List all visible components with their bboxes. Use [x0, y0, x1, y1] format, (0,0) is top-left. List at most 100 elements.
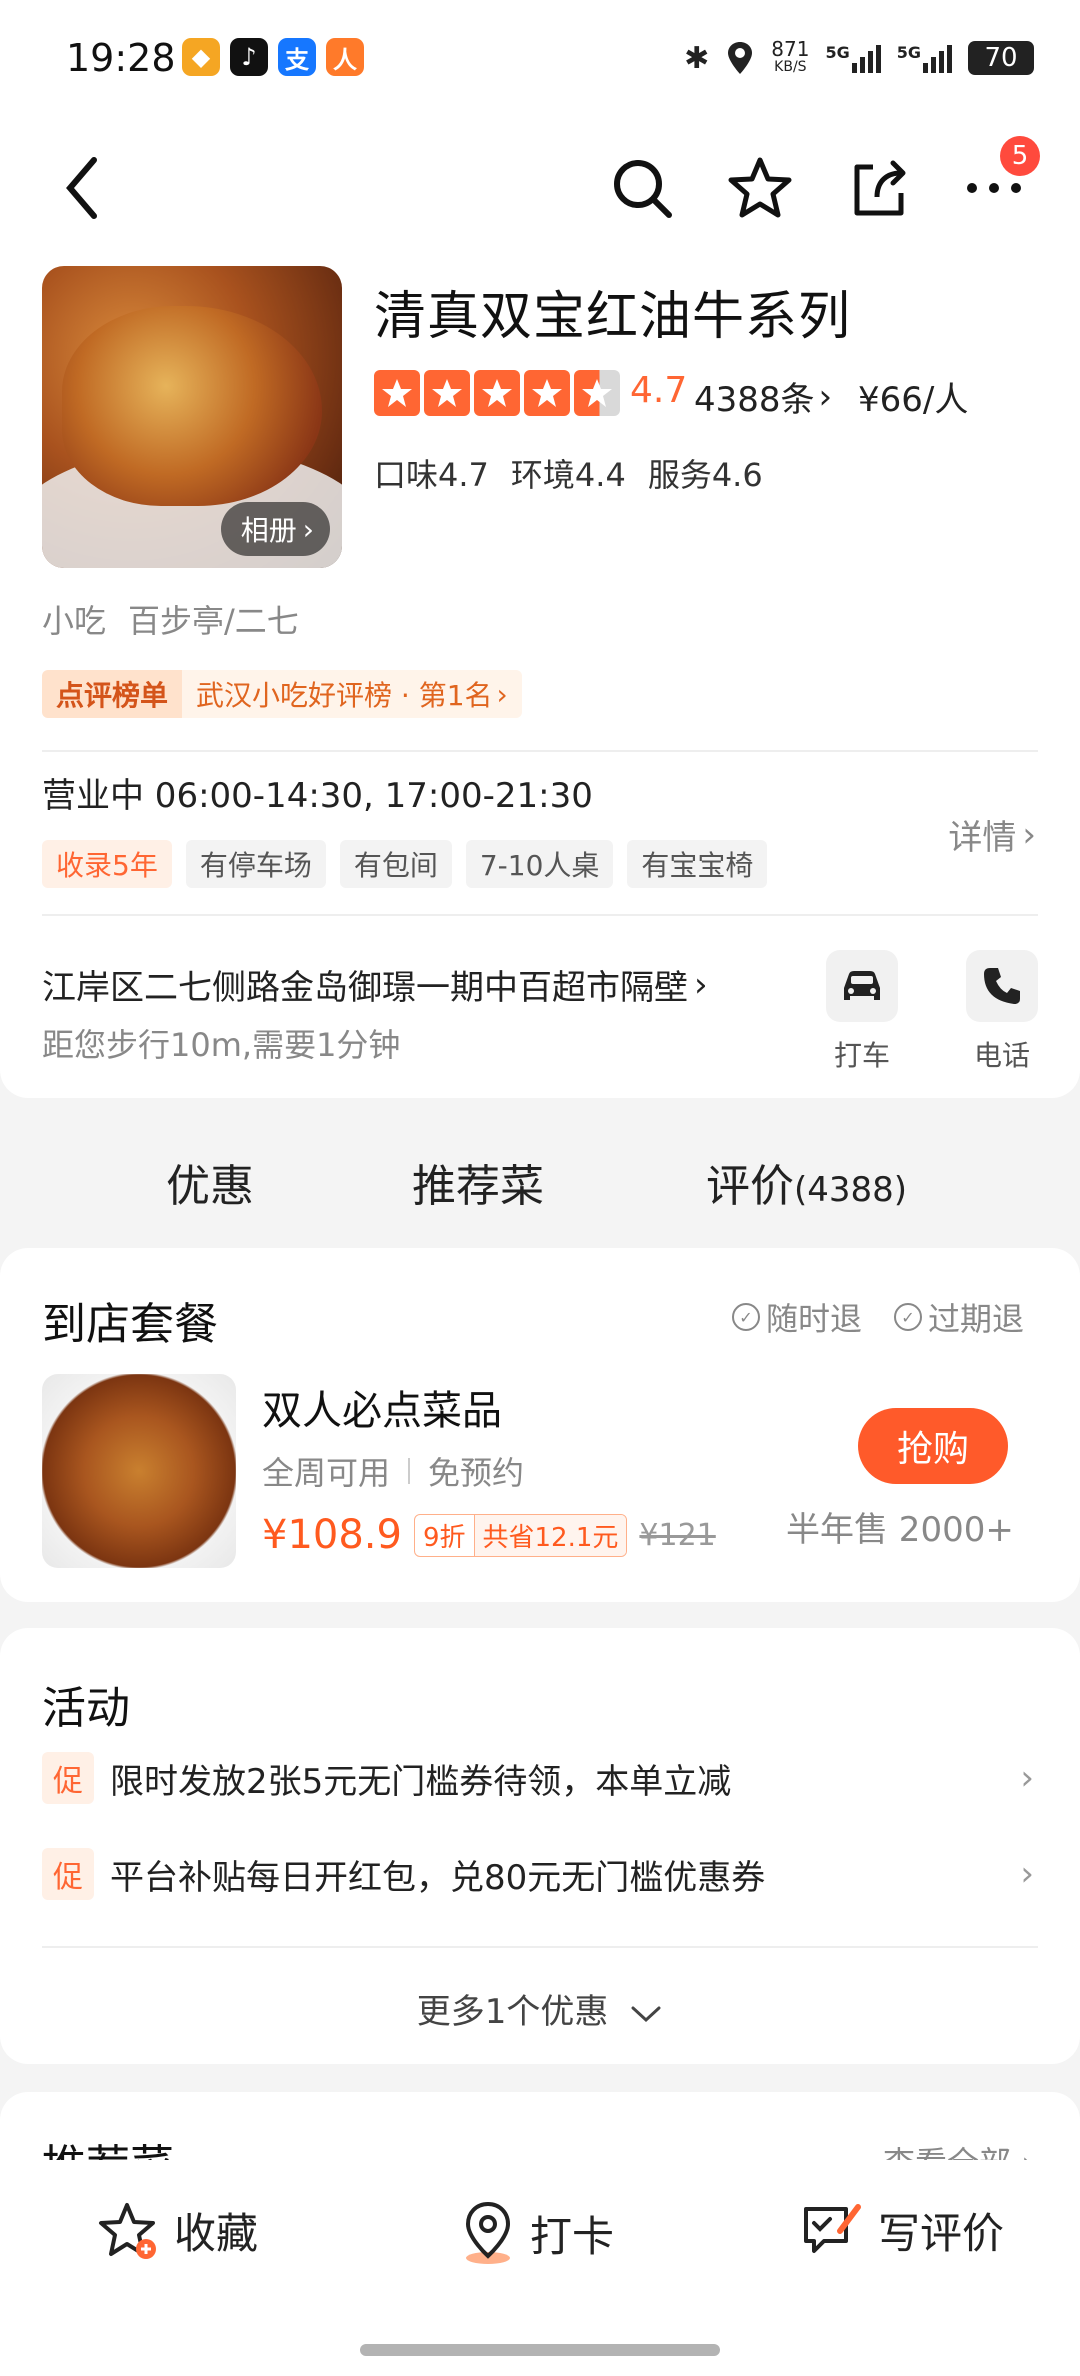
status-right: ✱ 871 KB/S 5G 5G 70: [684, 34, 1034, 82]
feature-chips: 收录5年 有停车场 有包间 7-10人桌 有宝宝椅: [42, 840, 768, 888]
deal-image[interactable]: [42, 1374, 236, 1568]
chevron-right-icon: ›: [302, 512, 314, 546]
refund-expired: ✓ 过期退: [894, 1294, 1024, 1340]
chevron-right-icon: ›: [496, 677, 508, 711]
alipay-icon: 支: [278, 38, 316, 76]
favorite-action[interactable]: 收藏: [98, 2200, 258, 2261]
star-icon: [374, 370, 420, 416]
favorite-label: 收藏: [174, 2209, 259, 2258]
divider: [42, 914, 1038, 916]
phone-icon: [966, 950, 1038, 1022]
price-per-person: ¥66/人: [858, 380, 969, 420]
refund-anytime: ✓ 随时退: [732, 1294, 862, 1340]
taobao-icon: 人: [326, 38, 364, 76]
tab-reviews-count: (4388): [794, 1170, 908, 1210]
ranking-banner[interactable]: 点评榜单 武汉小吃好评榜 · 第1名 ›: [42, 670, 522, 718]
signal-5g-2: 5G: [897, 43, 952, 73]
taxi-button[interactable]: 打车: [824, 950, 900, 1074]
shop-photo[interactable]: 相册 ›: [42, 266, 342, 568]
share-icon: [854, 160, 906, 216]
bottom-action-bar: 收藏 打卡 写评价: [0, 2160, 1080, 2376]
album-button[interactable]: 相册 ›: [220, 502, 330, 556]
chevron-down-icon: [631, 2006, 661, 2022]
check-circle-icon: ✓: [732, 1303, 760, 1331]
star-icon: [524, 370, 570, 416]
favorite-button[interactable]: [722, 150, 798, 226]
star-icon: [424, 370, 470, 416]
tab-deals[interactable]: 优惠: [162, 1150, 258, 1216]
review-count-link[interactable]: 4388条 ›: [694, 372, 832, 421]
area: 百步亭/二七: [128, 602, 299, 640]
chevron-right-icon[interactable]: ›: [1020, 1758, 1034, 1798]
ranking-text: 武汉小吃好评榜 · 第1名 ›: [182, 670, 522, 718]
star-add-icon: [99, 2202, 156, 2259]
share-button[interactable]: [840, 150, 916, 226]
checkin-action[interactable]: 打卡: [460, 2200, 614, 2266]
search-button[interactable]: [604, 150, 680, 226]
category-line: 小吃 百步亭/二七: [42, 596, 299, 642]
chip-parking: 有停车场: [185, 840, 326, 888]
tab-reviews-label: 评价: [706, 1161, 794, 1212]
chevron-right-icon[interactable]: ›: [1020, 1854, 1034, 1894]
home-indicator[interactable]: [360, 2344, 720, 2356]
more-notification-badge: 5: [1000, 136, 1040, 176]
location-pin-icon: [465, 2201, 511, 2264]
package-title: 到店套餐: [42, 1299, 218, 1350]
deal-price-row: ¥108.9 9折 共省12.1元 ¥121: [262, 1512, 716, 1558]
buy-button[interactable]: 抢购: [858, 1408, 1008, 1484]
chevron-right-icon: ›: [818, 376, 833, 417]
details-label: 详情: [948, 818, 1017, 858]
category: 小吃: [42, 602, 107, 640]
chevron-right-icon: ›: [1022, 814, 1036, 855]
promo-item[interactable]: 促 限时发放2张5元无门槛券待领，本单立减: [42, 1752, 731, 1804]
deal-availability: 全周可用: [262, 1454, 391, 1492]
ranking-tag: 点评榜单: [42, 670, 183, 718]
top-nav: [0, 120, 1080, 260]
chevron-right-icon: ›: [694, 964, 708, 1005]
chip-private-room: 有包间: [339, 840, 452, 888]
address-link[interactable]: 江岸区二七侧路金岛御璟一期中百超市隔壁 ›: [42, 960, 708, 1009]
search-icon: [614, 160, 672, 218]
status-bar: 19:28 ◆ ♪ 支 人 ✱ 871 KB/S 5G 5G 70: [0, 0, 1080, 120]
edit-review-icon: [804, 2203, 861, 2253]
back-button[interactable]: [44, 150, 120, 226]
sold-count: 半年售 2000+: [786, 1510, 1014, 1550]
more-deals-button[interactable]: 更多1个优惠: [0, 1984, 1080, 2033]
deal-booking: 免预约: [428, 1454, 525, 1492]
write-review-action[interactable]: 写评价: [800, 2200, 1004, 2261]
more-deals-label: 更多1个优惠: [416, 1992, 609, 2032]
shop-info-card: 相册 › 清真双宝红油牛系列 4.7 4388条 › ¥66/人 口味4.7 环…: [0, 260, 1080, 1098]
bluetooth-icon: ✱: [684, 40, 710, 76]
chip-table-size: 7-10人桌: [465, 840, 614, 888]
promo-item[interactable]: 促 平台补贴每日开红包，兑80元无门槛优惠券: [42, 1848, 765, 1900]
tab-dishes[interactable]: 推荐菜: [412, 1150, 544, 1214]
score-service: 服务4.6: [647, 456, 763, 494]
write-review-label: 写评价: [878, 2209, 1005, 2258]
discount-badge: 9折 共省12.1元: [413, 1513, 628, 1557]
deal-name[interactable]: 双人必点菜品: [262, 1378, 502, 1436]
details-link[interactable]: 详情 ›: [948, 810, 1036, 859]
net-speed: 871 KB/S: [771, 37, 810, 75]
deal-price: ¥108.9: [262, 1512, 402, 1558]
walking-distance: 距您步行10m,需要1分钟: [42, 1026, 401, 1064]
phone-button[interactable]: 电话: [964, 950, 1040, 1074]
taxi-label: 打车: [833, 1039, 890, 1072]
tab-reviews[interactable]: 评价(4388): [706, 1150, 907, 1214]
location-icon: [728, 42, 753, 74]
discount-rate: 9折: [422, 1522, 466, 1553]
business-hours: 营业中 06:00-14:30, 17:00-21:30: [42, 776, 593, 816]
divider: [42, 750, 1038, 752]
discount-saving: 共省12.1元: [473, 1514, 627, 1556]
car-icon: [826, 950, 898, 1022]
score-environment: 环境4.4: [510, 456, 626, 494]
checkin-label: 打卡: [530, 2211, 615, 2261]
rating-score: 4.7: [630, 370, 688, 411]
battery-indicator: 70: [968, 41, 1034, 75]
chip-listed-years: 收录5年: [42, 840, 172, 888]
app-notification-icon: ◆: [182, 38, 220, 76]
activity-title: 活动: [42, 1683, 130, 1734]
star-icon: [474, 370, 520, 416]
original-price: ¥121: [639, 1517, 716, 1553]
review-count: 4388条: [694, 380, 815, 420]
back-arrow-icon: [66, 157, 97, 219]
